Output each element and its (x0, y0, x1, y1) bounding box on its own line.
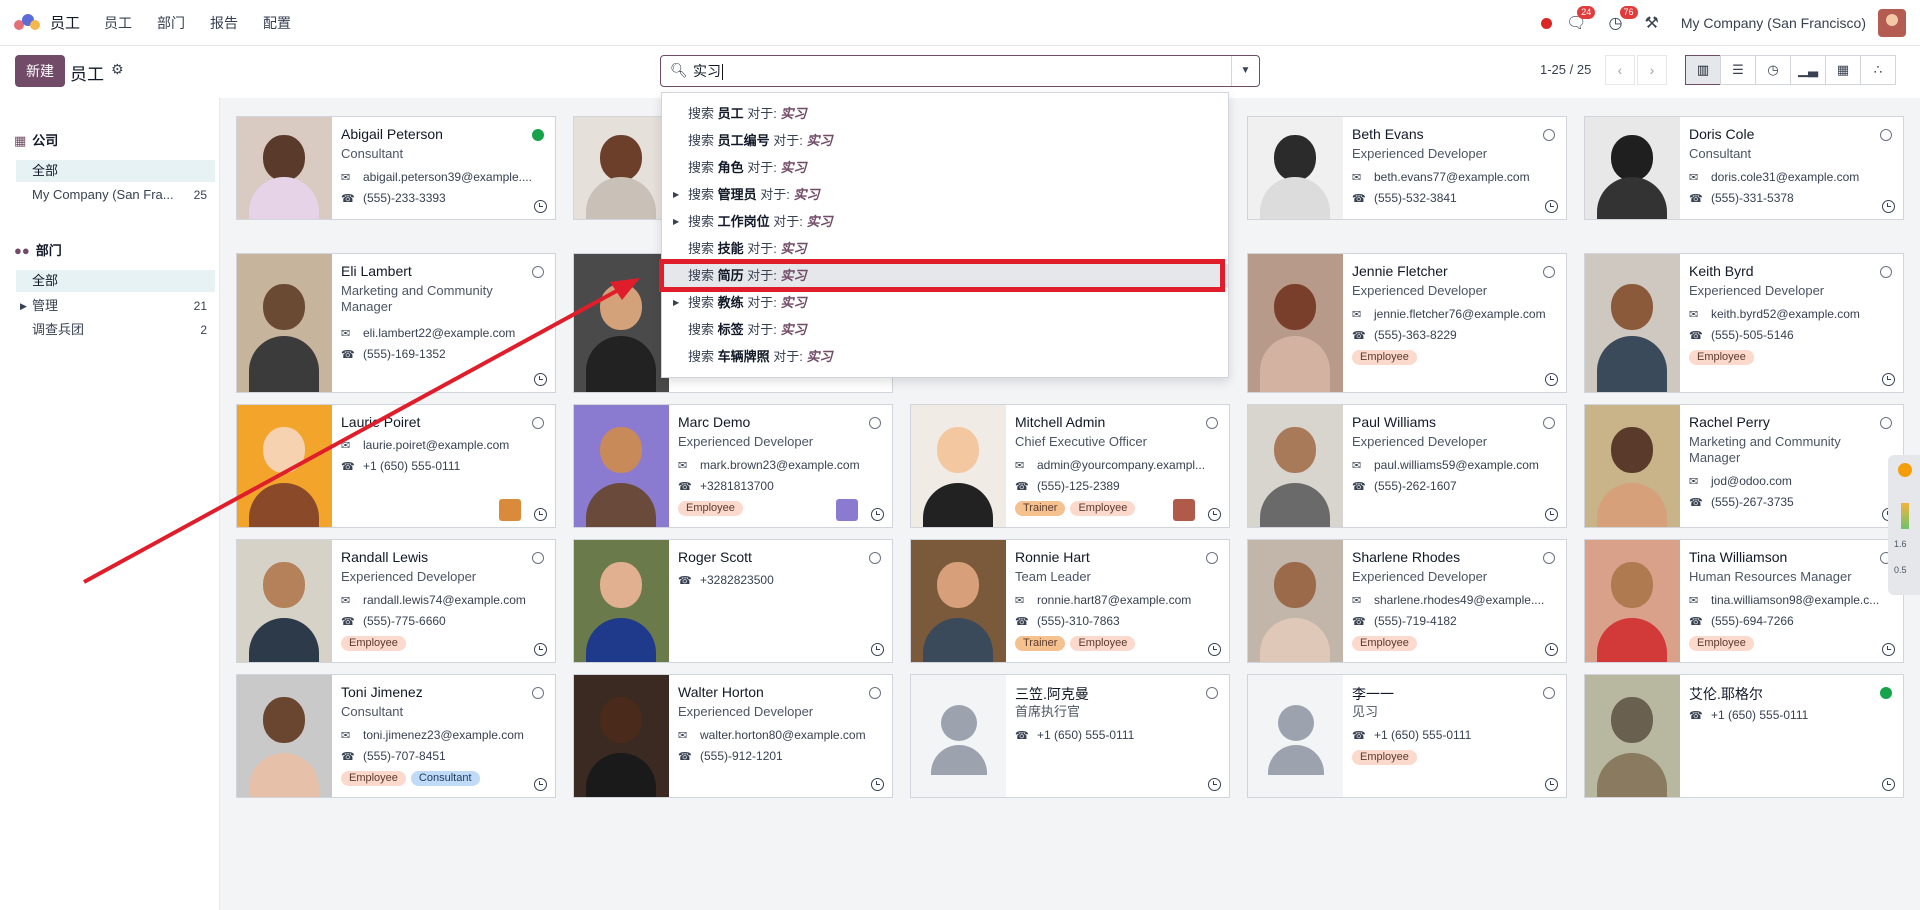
annotation-arrow (83, 278, 640, 584)
arrow-shaft (83, 286, 623, 584)
widget-indicator-icon (1898, 463, 1912, 477)
widget-value-2: 0.5 (1894, 565, 1907, 575)
widget-bar (1901, 503, 1909, 529)
performance-widget[interactable]: 1.6 0.5 (1888, 455, 1920, 595)
arrow-head (610, 278, 640, 300)
widget-value-1: 1.6 (1894, 539, 1907, 549)
